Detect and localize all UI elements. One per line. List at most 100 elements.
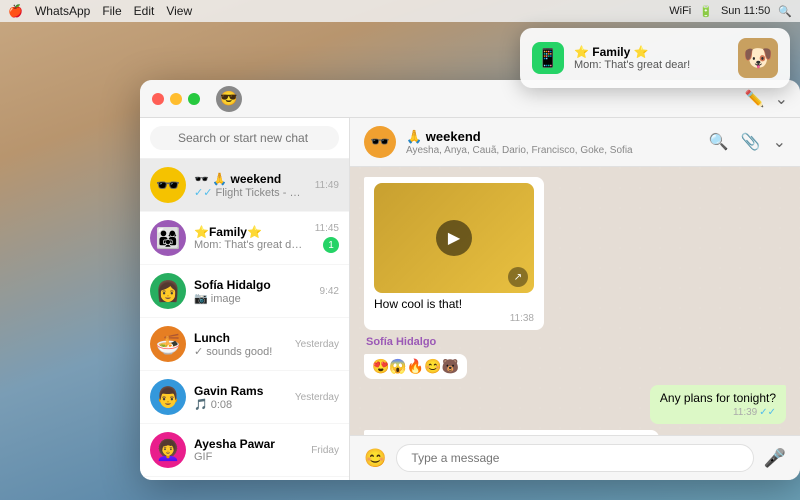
msg-tick-plans: ✓✓ bbox=[759, 407, 776, 418]
clock: Sun 11:50 bbox=[721, 5, 770, 17]
notif-title: ⭐ Family ⭐ bbox=[574, 45, 728, 59]
notification-popup[interactable]: 📱 ⭐ Family ⭐ Mom: That's great dear! 🐶 bbox=[520, 28, 790, 88]
emoji-row: 😍😱🔥😊🐻 bbox=[372, 358, 459, 375]
active-chat-members: Ayesha, Anya, Cauã, Dario, Francisco, Go… bbox=[406, 145, 699, 156]
chat-info-weekend: 🕶️ 🙏 weekend ✓✓ Flight Tickets - BR 145.… bbox=[194, 172, 307, 199]
menubar-right: WiFi 🔋 Sun 11:50 🔍 bbox=[669, 5, 792, 18]
chat-item-sofia[interactable]: 👩 Sofía Hidalgo 📷 image 9:42 bbox=[140, 265, 349, 318]
attach-icon[interactable]: 📎 bbox=[741, 132, 761, 152]
msg-meta-howcool: 11:38 bbox=[374, 313, 534, 324]
messages-area: ▶ ↗ How cool is that! 11:38 Sofía Hidalg… bbox=[350, 167, 800, 435]
chat-item-weekend[interactable]: 🕶️ 🕶️ 🙏 weekend ✓✓ Flight Tickets - BR 1… bbox=[140, 159, 349, 212]
message-text-howcool: How cool is that! bbox=[374, 297, 534, 311]
wifi-icon: WiFi bbox=[669, 5, 691, 17]
chat-meta-lunch: Yesterday bbox=[295, 339, 339, 350]
chat-info-gavin: Gavin Rams 🎵 0:08 bbox=[194, 384, 287, 411]
edit-menu: Edit bbox=[134, 4, 155, 18]
message-input[interactable] bbox=[396, 444, 753, 472]
notif-content: ⭐ Family ⭐ Mom: That's great dear! bbox=[574, 45, 728, 71]
whatsapp-window: 😎 ✏️ ⌄ 🔍 🕶️ 🕶️ 🙏 weekend ✓✓ F bbox=[140, 80, 800, 480]
microphone-button[interactable]: 🎤 bbox=[764, 448, 786, 469]
menubar: 🍎 WhatsApp File Edit View WiFi 🔋 Sun 11:… bbox=[0, 0, 800, 22]
chat-item-ayesha[interactable]: 👩‍🦱 Ayesha Pawar GIF Friday bbox=[140, 424, 349, 477]
chat-avatar-sofia: 👩 bbox=[150, 273, 186, 309]
app-menu: WhatsApp bbox=[35, 4, 90, 18]
chat-info-sofia: Sofía Hidalgo 📷 image bbox=[194, 278, 312, 305]
chat-info-lunch: Lunch ✓ sounds good! bbox=[194, 331, 287, 358]
chat-preview-gavin: 🎵 0:08 bbox=[194, 398, 287, 411]
chat-preview-lunch: ✓ sounds good! bbox=[194, 345, 287, 358]
msg-meta-plans: 11:39 ✓✓ bbox=[660, 407, 776, 418]
search-input[interactable] bbox=[150, 126, 339, 150]
chat-avatar-lunch: 🍜 bbox=[150, 326, 186, 362]
chat-name-weekend: 🕶️ 🙏 weekend bbox=[194, 172, 307, 186]
search-chat-icon[interactable]: 🔍 bbox=[709, 132, 729, 152]
chat-header-info: 🙏 weekend Ayesha, Anya, Cauã, Dario, Fra… bbox=[406, 129, 699, 156]
chat-name-gavin: Gavin Rams bbox=[194, 384, 287, 398]
chat-avatar-ayesha: 👩‍🦱 bbox=[150, 432, 186, 468]
battery-icon: 🔋 bbox=[699, 5, 713, 18]
chat-preview-sofia: 📷 image bbox=[194, 292, 312, 305]
chat-header: 🕶️ 🙏 weekend Ayesha, Anya, Cauã, Dario, … bbox=[350, 118, 800, 167]
view-menu: View bbox=[166, 4, 192, 18]
chat-item-lunch[interactable]: 🍜 Lunch ✓ sounds good! Yesterday bbox=[140, 318, 349, 371]
notif-message: Mom: That's great dear! bbox=[574, 59, 728, 71]
compose-icon[interactable]: ✏️ bbox=[745, 89, 765, 109]
message-plans: Any plans for tonight? 11:39 ✓✓ bbox=[650, 385, 786, 424]
wa-content: 🔍 🕶️ 🕶️ 🙏 weekend ✓✓ Flight Tickets - BR… bbox=[140, 118, 800, 480]
search-bar: 🔍 bbox=[140, 118, 349, 159]
minimize-button[interactable] bbox=[170, 93, 182, 105]
chat-item-gavin[interactable]: 👨 Gavin Rams 🎵 0:08 Yesterday bbox=[140, 371, 349, 424]
traffic-lights bbox=[152, 93, 200, 105]
apple-icon: 🍎 bbox=[8, 4, 23, 18]
more-icon[interactable]: ⌄ bbox=[773, 132, 786, 152]
chevron-down-icon[interactable]: ⌄ bbox=[775, 89, 788, 109]
chat-info-family: ⭐Family⭐ Mom: That's great dear! bbox=[194, 225, 307, 251]
active-chat-name: 🙏 weekend bbox=[406, 129, 699, 145]
chat-item-family[interactable]: 👨‍👩‍👧 ⭐Family⭐ Mom: That's great dear! 1… bbox=[140, 212, 349, 265]
video-forward-icon: ↗ bbox=[508, 267, 528, 287]
unread-badge-family: 1 bbox=[323, 237, 339, 253]
message-text-plans: Any plans for tonight? bbox=[660, 391, 776, 405]
chat-time-sofia: 9:42 bbox=[320, 286, 339, 297]
sidebar: 🔍 🕶️ 🕶️ 🙏 weekend ✓✓ Flight Tickets - BR… bbox=[140, 118, 350, 480]
close-button[interactable] bbox=[152, 93, 164, 105]
message-goke: Goke Kuyimu I'm cooking dinner at my pla… bbox=[364, 430, 659, 435]
chat-time-family: 11:45 bbox=[315, 223, 339, 234]
notif-app-icon: 📱 bbox=[532, 42, 564, 74]
chat-name-ayesha: Ayesha Pawar bbox=[194, 437, 303, 451]
notif-avatar: 🐶 bbox=[738, 38, 778, 78]
chat-avatar-weekend: 🕶️ bbox=[150, 167, 186, 203]
chat-avatar-family: 👨‍👩‍👧 bbox=[150, 220, 186, 256]
sofia-sender-label: Sofía Hidalgo bbox=[366, 336, 436, 348]
maximize-button[interactable] bbox=[188, 93, 200, 105]
chat-preview-weekend: ✓✓ Flight Tickets - BR 145.pdf bbox=[194, 186, 307, 199]
chat-meta-gavin: Yesterday bbox=[295, 392, 339, 403]
chat-name-lunch: Lunch bbox=[194, 331, 287, 345]
video-thumbnail[interactable]: ▶ ↗ bbox=[374, 183, 534, 293]
chat-header-avatar: 🕶️ bbox=[364, 126, 396, 158]
chat-header-icons: 🔍 📎 ⌄ bbox=[709, 132, 786, 152]
chat-meta-family: 11:45 1 bbox=[315, 223, 339, 253]
msg-time-plans: 11:39 bbox=[733, 407, 757, 418]
chat-time-gavin: Yesterday bbox=[295, 392, 339, 403]
chat-time-lunch: Yesterday bbox=[295, 339, 339, 350]
message-emojis: 😍😱🔥😊🐻 bbox=[364, 354, 467, 379]
video-play-button[interactable]: ▶ bbox=[436, 220, 472, 256]
chat-info-ayesha: Ayesha Pawar GIF bbox=[194, 437, 303, 463]
chat-time-weekend: 11:49 bbox=[315, 180, 339, 191]
menubar-left: 🍎 WhatsApp File Edit View bbox=[8, 4, 192, 18]
chat-name-family: ⭐Family⭐ bbox=[194, 225, 307, 239]
chat-meta-sofia: 9:42 bbox=[320, 286, 339, 297]
chat-item-brother[interactable]: 👦 Brother 😁 Friday bbox=[140, 477, 349, 480]
search-wrap: 🔍 bbox=[150, 126, 339, 150]
emoji-picker-button[interactable]: 😊 bbox=[364, 448, 386, 469]
chat-name-sofia: Sofía Hidalgo bbox=[194, 278, 312, 292]
msg-time-howcool: 11:38 bbox=[510, 313, 534, 324]
chat-meta-ayesha: Friday bbox=[311, 445, 339, 456]
chat-preview-family: Mom: That's great dear! bbox=[194, 239, 307, 251]
chat-time-ayesha: Friday bbox=[311, 445, 339, 456]
chat-avatar-gavin: 👨 bbox=[150, 379, 186, 415]
titlebar-icons: ✏️ ⌄ bbox=[745, 89, 788, 109]
chat-input-bar: 😊 🎤 bbox=[350, 435, 800, 480]
